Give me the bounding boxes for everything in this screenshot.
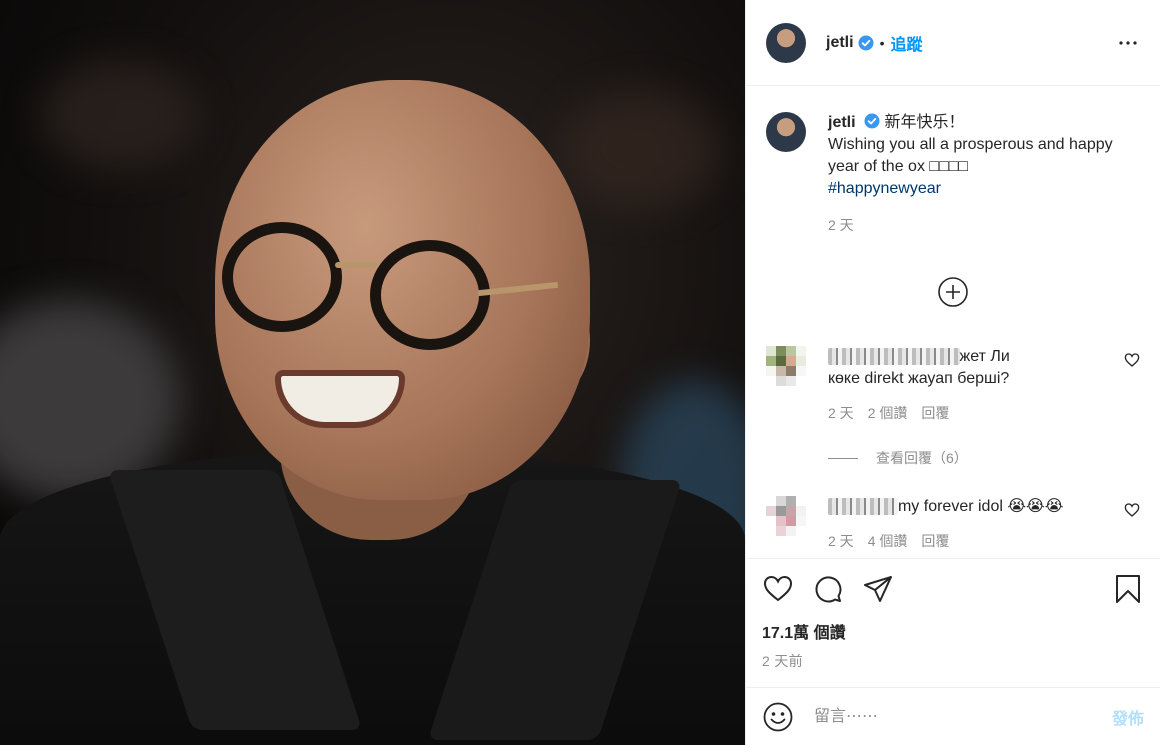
comment-item: ▆▆▆ ▆▆my forever idol 😭😭😭 2 天 4 個讚 回覆 xyxy=(766,496,1140,552)
comment-likes[interactable]: 4 個讚 xyxy=(868,530,908,552)
caption-hashtag[interactable]: #happynewyear xyxy=(828,180,941,197)
photo-bokeh xyxy=(40,60,200,170)
view-replies-line xyxy=(828,457,858,459)
comment-reply-button[interactable]: 回覆 xyxy=(921,530,949,552)
post-dialog: jetli • 追蹤 jetli 新年快乐！ Wishing you all a… xyxy=(0,0,1160,745)
comment-input[interactable] xyxy=(812,706,1112,727)
comment-like-heart-icon[interactable] xyxy=(1124,502,1140,518)
post-timestamp[interactable]: 2 天前 xyxy=(762,651,1144,671)
comment-username-blurred[interactable]: ▆▆▆ ▆▆ xyxy=(828,498,898,515)
emoji-picker-icon[interactable] xyxy=(762,701,794,733)
comment-bubble-icon[interactable] xyxy=(812,573,844,605)
follow-button[interactable]: 追蹤 xyxy=(890,31,922,55)
comment-time[interactable]: 2 天 xyxy=(828,530,854,552)
comment-like-heart-icon[interactable] xyxy=(1124,352,1140,368)
load-more-plus-icon[interactable] xyxy=(937,276,969,308)
caption-line1: 新年快乐！ xyxy=(884,114,965,131)
caption-emoji: □□□□ xyxy=(929,158,969,175)
post-photo[interactable] xyxy=(0,0,745,745)
comment-text: жет Ли xyxy=(959,348,1010,365)
comment-text-line2: көке direkt жауап берші? xyxy=(828,370,1010,387)
likes-count[interactable]: 17.1萬 個讚 xyxy=(762,619,1144,643)
post-actions-area: 17.1萬 個讚 2 天前 xyxy=(746,558,1160,686)
view-replies-label: 查看回覆（6） xyxy=(876,450,968,466)
load-more-comments xyxy=(766,276,1140,308)
comment-item: ▆▆ ▆▆▁▁▁▁▁▁жет Ли көке direkt жауап берш… xyxy=(766,346,1140,424)
comment-likes[interactable]: 2 個讚 xyxy=(868,402,908,424)
photo-bokeh xyxy=(560,90,720,210)
caption-time[interactable]: 2 天 xyxy=(828,214,1118,236)
comment-time[interactable]: 2 天 xyxy=(828,402,854,424)
verified-badge-icon xyxy=(864,113,880,129)
comment-reply-button[interactable]: 回覆 xyxy=(921,402,949,424)
post-header: jetli • 追蹤 xyxy=(746,0,1160,86)
post-comment-button[interactable]: 發佈 xyxy=(1112,705,1144,729)
action-bar xyxy=(762,573,1144,605)
photo-glasses-lens xyxy=(370,240,490,350)
caption-username[interactable]: jetli xyxy=(828,114,856,131)
verified-badge-icon xyxy=(858,35,874,50)
caption-avatar[interactable] xyxy=(766,112,806,152)
add-comment-bar: 發佈 xyxy=(746,687,1160,745)
save-bookmark-icon[interactable] xyxy=(1112,573,1144,605)
header-separator: • xyxy=(879,34,885,51)
author-avatar[interactable] xyxy=(766,22,806,63)
comment-username-blurred[interactable]: ▆▆ ▆▆▁▁▁▁▁▁ xyxy=(828,348,960,365)
like-heart-icon[interactable] xyxy=(762,573,794,605)
share-paper-plane-icon[interactable] xyxy=(862,573,894,605)
view-replies-button[interactable]: 查看回覆（6） xyxy=(828,448,1140,468)
comment-avatar[interactable] xyxy=(766,346,806,386)
post-caption: jetli 新年快乐！ Wishing you all a prosperous… xyxy=(766,112,1140,236)
photo-glasses-lens xyxy=(222,222,342,332)
author-username[interactable]: jetli xyxy=(826,34,854,52)
comment-text: my forever idol 😭😭😭 xyxy=(897,498,1064,515)
comment-avatar[interactable] xyxy=(766,496,806,536)
more-options-icon[interactable] xyxy=(1116,31,1140,55)
post-side-panel: jetli • 追蹤 jetli 新年快乐！ Wishing you all a… xyxy=(745,0,1160,745)
photo-glasses-bridge xyxy=(335,262,377,268)
caption-line2: Wishing you all a prosperous and happy y… xyxy=(828,136,1113,175)
